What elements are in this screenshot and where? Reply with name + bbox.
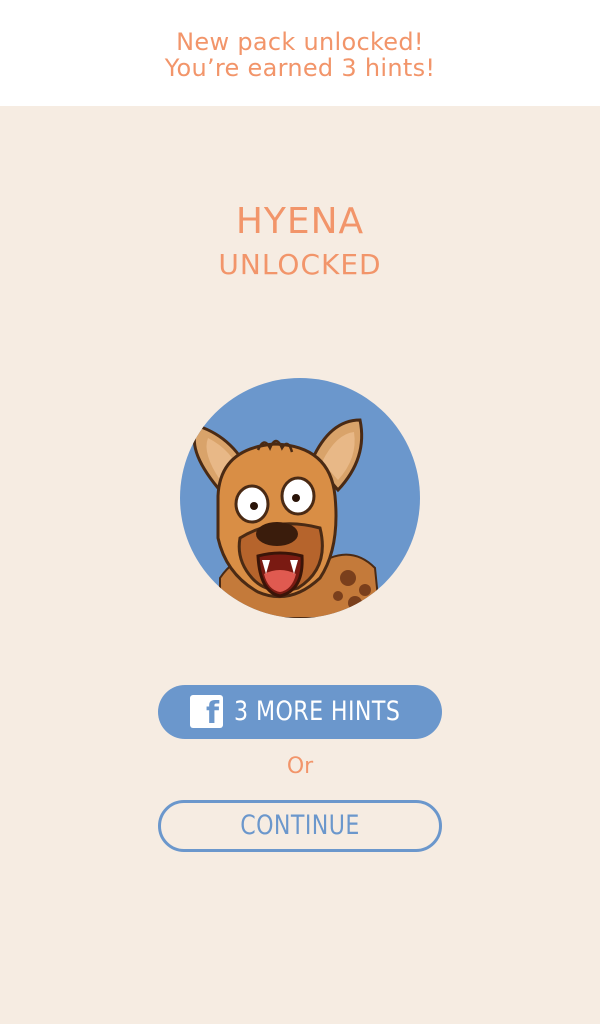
banner-pack-unlocked-text: New pack unlocked! [176, 28, 424, 56]
hyena-avatar [180, 378, 420, 618]
animal-name-title: HYENA [235, 201, 365, 242]
unlocked-subtitle: UNLOCKED [218, 248, 382, 281]
facebook-more-hints-label: 3 MORE HINTS [234, 696, 401, 727]
hyena-portrait-icon [192, 418, 382, 618]
banner-hints-earned-text: You’re earned 3 hints! [164, 54, 436, 82]
unlock-banner: New pack unlocked! You’re earned 3 hints… [0, 0, 600, 106]
or-separator-text: Or [286, 754, 314, 779]
continue-label: CONTINUE [240, 810, 360, 841]
facebook-icon-glyph: f [205, 696, 219, 731]
facebook-icon: f [190, 695, 223, 731]
facebook-more-hints-button[interactable]: f 3 MORE HINTS [158, 685, 442, 739]
continue-button[interactable]: CONTINUE [158, 800, 442, 852]
unlock-panel: HYENA UNLOCKED f 3 MORE HINTS Or CONTINU… [0, 106, 600, 1024]
